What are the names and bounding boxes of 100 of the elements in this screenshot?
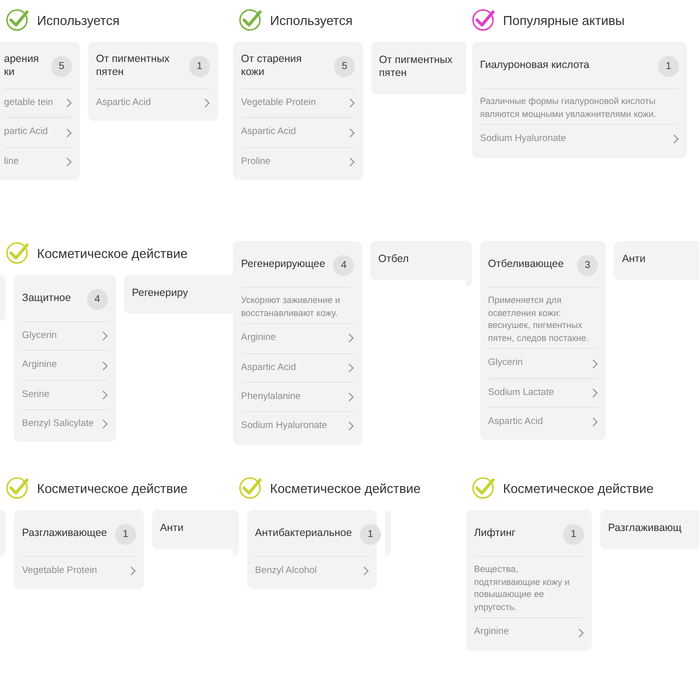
ingredient-name: partic Acid bbox=[4, 126, 48, 139]
ingredient-item[interactable]: Sodium Hyaluronate bbox=[480, 124, 679, 154]
category-title: Регенерирующее bbox=[241, 258, 326, 272]
chevron-right-icon bbox=[592, 358, 598, 369]
ingredient-name: getable tein bbox=[4, 97, 54, 110]
chevron-right-icon bbox=[66, 128, 72, 138]
ingredient-name: Proline bbox=[241, 156, 271, 168]
chevron-right-icon bbox=[348, 421, 354, 432]
chevron-right-icon bbox=[592, 417, 598, 428]
category-title: Отбеливающее bbox=[488, 258, 564, 272]
count-badge: 4 bbox=[333, 254, 354, 276]
chevron-right-icon bbox=[349, 156, 355, 167]
ingredient-name: Vegetable Protein bbox=[241, 97, 316, 110]
count-badge: 1 bbox=[189, 56, 210, 76]
ingredient-item[interactable]: Arginine bbox=[22, 350, 108, 380]
ingredient-name: Glycerin bbox=[488, 357, 523, 370]
ingredient-item[interactable]: Sodium Lactate bbox=[488, 378, 598, 408]
ingredient-item[interactable]: Glycerin bbox=[22, 321, 108, 350]
category-description: Различные формы гиалуроновой кислоты являются мощными увлажнителями кожи. bbox=[480, 88, 679, 120]
ingredient-name: Glycerin bbox=[22, 330, 57, 342]
chevron-right-icon bbox=[348, 362, 354, 373]
ingredient-name: Benzyl Salicylate bbox=[22, 418, 94, 430]
section-title: Косметическое действие bbox=[37, 480, 188, 496]
ingredient-name: Arginine bbox=[474, 626, 509, 639]
ingredient-item[interactable]: Aspartic Acid bbox=[241, 117, 355, 147]
ingredient-name: Sodium Hyaluronate bbox=[241, 420, 328, 433]
category-card[interactable]: Анти bbox=[152, 510, 233, 550]
category-description: Вещества, подтягивающие кожу и повышающие ее упругость. bbox=[474, 556, 584, 614]
chevron-right-icon bbox=[102, 390, 108, 400]
count-badge: 1 bbox=[360, 524, 381, 544]
ingredient-item[interactable]: Vegetable Protein bbox=[241, 88, 355, 118]
ingredient-name: Aspartic Acid bbox=[241, 362, 296, 374]
section-title: Популярные активы bbox=[503, 12, 625, 28]
ingredient-name: Phenylalanine bbox=[241, 390, 301, 404]
count-badge: 1 bbox=[658, 56, 679, 76]
chevron-right-icon bbox=[349, 128, 355, 138]
category-title: Защитное bbox=[22, 292, 71, 306]
ingredient-item[interactable]: Proline bbox=[241, 146, 355, 176]
ingredient-name: line bbox=[4, 156, 19, 168]
chevron-right-icon bbox=[102, 419, 108, 430]
section-title: Используется bbox=[37, 12, 120, 28]
category-card[interactable]: Регенериру bbox=[124, 275, 233, 314]
category-title: Антибактериальное bbox=[255, 527, 352, 541]
chevron-right-icon bbox=[102, 331, 108, 342]
section-title: Косметическое действие bbox=[37, 246, 188, 260]
chevron-right-icon bbox=[348, 333, 354, 344]
chevron-right-icon bbox=[348, 392, 354, 402]
chevron-right-icon bbox=[204, 98, 210, 108]
category-title: арения ки bbox=[4, 52, 40, 80]
chevron-right-icon bbox=[349, 98, 355, 108]
chevron-right-icon bbox=[673, 134, 679, 144]
section-title: Используется bbox=[270, 12, 353, 28]
category-card[interactable]: Анти bbox=[614, 241, 699, 280]
chevron-right-icon bbox=[130, 566, 136, 576]
category-title: Гиалуроновая кислота bbox=[480, 59, 590, 73]
chevron-right-icon bbox=[66, 98, 72, 108]
ingredient-name: Benzyl Alcohol bbox=[255, 565, 317, 578]
count-badge: 5 bbox=[51, 56, 72, 76]
ingredient-item[interactable]: Aspartic Acid bbox=[96, 88, 210, 118]
ingredient-item[interactable]: Serine bbox=[22, 380, 108, 410]
ingredient-item[interactable]: Arginine bbox=[474, 617, 584, 647]
category-card[interactable]: Отбел bbox=[370, 241, 466, 280]
section-title: Косметическое действие bbox=[503, 480, 654, 496]
ingredient-name: Sodium Hyaluronate bbox=[480, 133, 566, 146]
category-title: Разглаживающее bbox=[22, 527, 108, 541]
ingredient-name: Aspartic Acid bbox=[96, 97, 151, 110]
ingredient-item[interactable]: getable tein bbox=[4, 88, 72, 118]
ingredient-name: Arginine bbox=[241, 332, 276, 345]
category-title: Лифтинг bbox=[474, 527, 516, 541]
ingredient-item[interactable]: Arginine bbox=[241, 323, 354, 353]
category-card[interactable]: Разглаживающ bbox=[600, 510, 699, 550]
chevron-right-icon bbox=[363, 566, 369, 576]
chevron-right-icon bbox=[102, 360, 108, 371]
count-badge: 1 bbox=[563, 524, 584, 544]
category-title: От пигментных пятен bbox=[96, 52, 171, 80]
category-description: Применяется для осветления кожи: веснушек, пигментных пятен, следов постакне. bbox=[488, 287, 598, 344]
ingredient-name: Serine bbox=[22, 388, 50, 402]
ingredient-item[interactable]: Glycerin bbox=[488, 348, 598, 378]
ingredient-item[interactable]: Benzyl Salicylate bbox=[22, 409, 108, 438]
ingredient-item[interactable]: Benzyl Alcohol bbox=[255, 556, 369, 586]
chevron-right-icon bbox=[578, 628, 584, 638]
ingredient-item[interactable]: Phenylalanine bbox=[241, 382, 354, 412]
category-description: Ускоряют заживление и восстанавливают кожу. bbox=[241, 287, 351, 320]
ingredient-item[interactable]: partic Acid bbox=[4, 117, 72, 147]
chevron-right-icon bbox=[66, 156, 72, 167]
ingredient-item[interactable]: Aspartic Acid bbox=[488, 407, 598, 436]
ingredient-name: Sodium Lactate bbox=[488, 386, 554, 400]
chevron-right-icon bbox=[592, 388, 598, 398]
section-title: Косметическое действие bbox=[270, 480, 421, 496]
ingredient-item[interactable]: Sodium Hyaluronate bbox=[241, 411, 354, 441]
category-card[interactable]: От пигментных пятен bbox=[371, 42, 466, 94]
count-badge: 3 bbox=[577, 254, 598, 276]
count-badge: 5 bbox=[334, 56, 355, 76]
count-badge: 1 bbox=[115, 524, 136, 544]
ingredient-name: Aspartic Acid bbox=[241, 126, 296, 139]
ingredient-name: Arginine bbox=[22, 359, 57, 372]
ingredient-item[interactable]: line bbox=[4, 146, 72, 176]
ingredient-name: Vegetable Protein bbox=[22, 565, 98, 578]
ingredient-item[interactable]: Aspartic Acid bbox=[241, 352, 354, 382]
ingredient-item[interactable]: Vegetable Protein bbox=[22, 556, 136, 586]
